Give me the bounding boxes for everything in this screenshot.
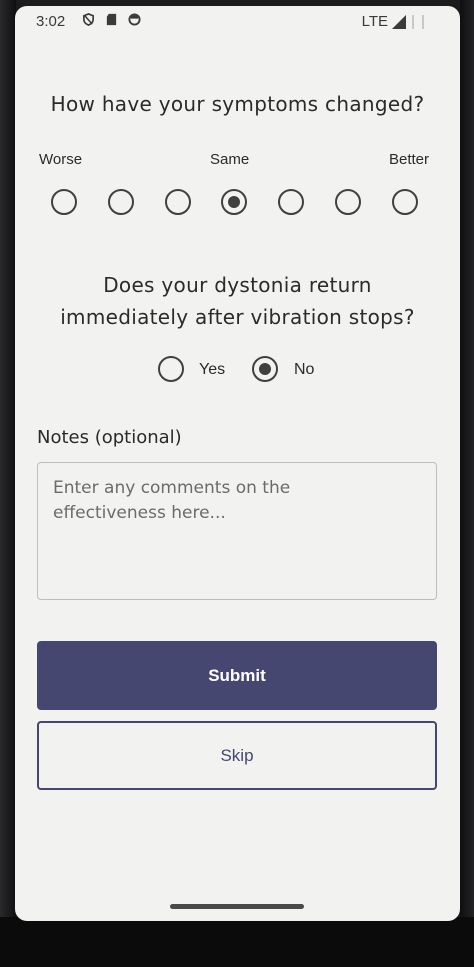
circle-app-icon <box>128 13 141 26</box>
device-left-edge <box>0 0 16 967</box>
dystonia-question-line2: immediately after vibration stops? <box>60 305 415 329</box>
submit-button-label: Submit <box>208 665 266 685</box>
yes-radio[interactable] <box>158 356 184 382</box>
scale-radio-7[interactable] <box>392 189 418 215</box>
dystonia-question-title: Does your dystonia return immediately af… <box>15 269 460 333</box>
scale-radio-3[interactable] <box>165 189 191 215</box>
scale-radio-2[interactable] <box>108 189 134 215</box>
sd-card-icon <box>106 13 117 26</box>
device-frame: 3:02 LTE How have your symptoms changed?… <box>0 0 474 967</box>
scale-label-same: Same <box>210 151 250 168</box>
no-label: No <box>294 361 315 378</box>
status-bar: 3:02 LTE <box>15 6 460 38</box>
skip-button[interactable]: Skip <box>37 721 437 790</box>
notes-label: Notes (optional) <box>37 427 182 448</box>
status-time: 3:02 <box>36 13 66 30</box>
symptoms-question-title: How have your symptoms changed? <box>50 92 425 116</box>
battery-icon <box>412 14 424 29</box>
device-right-edge <box>460 0 474 967</box>
status-icons <box>82 13 141 26</box>
notes-placeholder-line1: Enter any comments on the <box>53 478 291 498</box>
submit-button[interactable]: Submit <box>37 641 437 710</box>
scale-radio-4[interactable] <box>221 189 247 215</box>
shield-icon <box>83 13 94 26</box>
device-bottom-bezel <box>0 917 474 967</box>
scale-radio-5[interactable] <box>278 189 304 215</box>
network-type: LTE <box>361 13 388 30</box>
app-screen: 3:02 LTE How have your symptoms changed?… <box>15 6 460 921</box>
yes-label: Yes <box>199 361 226 378</box>
scale-radio-1[interactable] <box>51 189 77 215</box>
signal-icon <box>392 14 406 29</box>
skip-button-label: Skip <box>220 745 254 765</box>
notes-textarea[interactable]: Enter any comments on the effectiveness … <box>37 462 437 600</box>
notes-placeholder-line2: effectiveness here... <box>53 503 226 523</box>
home-indicator[interactable] <box>170 904 304 909</box>
status-right: LTE <box>362 13 424 30</box>
no-radio[interactable] <box>252 356 278 382</box>
scale-radio-6[interactable] <box>335 189 361 215</box>
dystonia-question-line1: Does your dystonia return <box>103 273 372 297</box>
scale-label-better: Better <box>388 151 429 168</box>
scale-label-worse: Worse <box>39 151 83 168</box>
